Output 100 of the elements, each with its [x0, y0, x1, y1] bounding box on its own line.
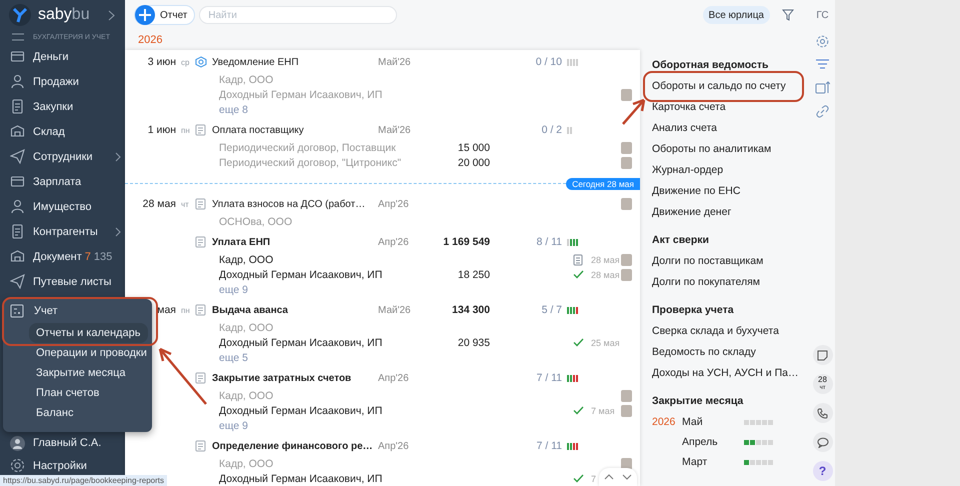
sidebar-item[interactable]: Документ 7 135 [0, 244, 125, 269]
org-name: Кадр, ООО [218, 458, 274, 470]
filter-icon[interactable] [782, 9, 794, 21]
menu-item[interactable]: Операции и проводки [29, 343, 148, 363]
section-title: Закрытие месяца [652, 394, 744, 409]
report-link[interactable]: Журнал-ордер [652, 160, 810, 181]
avatar-placeholder [10, 436, 25, 450]
period-text: Май'26 [377, 124, 412, 136]
year-label: 2026 [652, 416, 676, 428]
date-text: 1 июн [146, 124, 176, 136]
year-label: 2026 [138, 34, 162, 46]
menu-item[interactable]: План счетов [29, 383, 148, 403]
task-title[interactable]: Оплата поставщику [212, 124, 375, 136]
list-icon[interactable] [816, 59, 829, 70]
settings-icon[interactable] [816, 35, 829, 48]
weekday-text: чт [180, 200, 190, 208]
amount-text: 15 000 [456, 142, 490, 154]
task-title[interactable]: Определение финансового ре… [212, 440, 375, 452]
report-link[interactable]: Доходы на УСН, АУСН и Па… [652, 363, 810, 384]
period-text: Май'26 [377, 304, 412, 316]
month-link[interactable]: Май [682, 416, 744, 428]
weekday-text: пн [180, 306, 191, 314]
menu-icon[interactable] [12, 33, 24, 41]
progress-text: 5 / 7 [540, 304, 563, 316]
task-title[interactable]: Выдача аванса [212, 304, 375, 316]
user-initials-button[interactable]: ГС [816, 0, 829, 30]
task-title[interactable]: Уплата ЕНП [212, 236, 375, 248]
report-link[interactable]: Долги по поставщикам [652, 251, 810, 272]
sidebar-item[interactable]: Путевые листы [0, 269, 125, 294]
search-field[interactable]: Найти [199, 6, 398, 24]
chevron-down-icon[interactable] [622, 474, 632, 480]
progress-text: 0 / 10 [534, 56, 563, 68]
progress-text: 0 / 2 [540, 124, 563, 136]
link-icon[interactable] [816, 105, 829, 118]
new-count: 7 [84, 250, 91, 262]
menu-item[interactable]: Закрытие месяца [29, 363, 148, 383]
amount-text: 1 169 549 [442, 236, 490, 248]
calculator-icon [10, 304, 24, 318]
chat-button[interactable] [812, 432, 832, 452]
sidebar-item[interactable]: Склад [0, 119, 125, 144]
period-text: Апр'26 [377, 440, 410, 452]
report-link[interactable]: Движение по ЕНС [652, 181, 810, 202]
progress-text: 7 / 11 [536, 440, 563, 452]
report-link[interactable]: Движение денег [652, 202, 810, 223]
total-count: 135 [94, 250, 112, 262]
menu-item[interactable]: Отчеты и календарь [29, 323, 148, 343]
progress-text: 8 / 11 [536, 236, 563, 248]
report-link[interactable]: Сверка склада и бухучета [652, 321, 810, 342]
add-report-button[interactable]: Отчет [134, 5, 196, 25]
menu-title[interactable]: Учет [34, 305, 58, 317]
report-link[interactable]: Обороты и сальдо по счету [652, 76, 810, 97]
settings-item[interactable]: Настройки [0, 453, 125, 478]
sidebar-item[interactable]: Контрагенты [0, 219, 125, 244]
org-filter-button[interactable]: Все юрлица [702, 6, 770, 24]
org-name: Кадр, ООО [218, 254, 274, 266]
period-text: Апр'26 [377, 236, 410, 248]
task-title[interactable]: Закрытие затратных счетов [212, 372, 375, 384]
report-link[interactable]: Долги по покупателям [652, 272, 810, 293]
chevron-up-icon[interactable] [604, 474, 614, 480]
user-item[interactable]: Главный С.А. [0, 433, 125, 453]
sidebar-item[interactable]: Зарплата [0, 169, 125, 194]
org-name: Доходный Герман Исаакович, ИП [218, 472, 384, 484]
sidebar-item[interactable]: Деньги [0, 44, 125, 69]
weekday-text: пн [180, 126, 191, 134]
period-text: Май'26 [377, 56, 412, 68]
sidebar-item[interactable]: Закупки [0, 94, 125, 119]
section-title: Проверка учета [652, 303, 735, 318]
date-text: 3 июн [146, 56, 176, 68]
sidebar-item[interactable]: Имущество [0, 194, 125, 219]
plus-icon [135, 5, 155, 25]
help-button[interactable]: ? [812, 461, 832, 481]
amount-text: 20 000 [456, 156, 490, 168]
sidebar-item[interactable]: Сотрудники [0, 144, 125, 169]
date-text: мая [156, 304, 176, 316]
calendar-icon[interactable] [815, 81, 830, 94]
progress-text: 7 / 11 [536, 372, 563, 384]
report-link[interactable]: Карточка счета [652, 97, 810, 118]
org-name: Периодический договор, "Цитроникс" [218, 156, 402, 168]
note-button[interactable] [812, 345, 832, 365]
link-url-tooltip: https://bu.sabyd.ru/page/bookkeeping-reports [0, 475, 167, 486]
date-text: 7 [590, 474, 596, 484]
notification-icon [195, 56, 207, 68]
month-link[interactable]: Март [682, 456, 744, 468]
section-title: Акт сверки [652, 233, 710, 248]
phone-button[interactable] [812, 403, 832, 423]
task-title[interactable]: Уведомление ЕНП [212, 56, 375, 68]
org-name: ОСНОва, ООО [218, 216, 294, 228]
menu-item[interactable]: Баланс [29, 403, 148, 423]
report-link[interactable]: Ведомость по складу [652, 342, 810, 363]
task-title[interactable]: Уплата взносов на ДСО (работ… [212, 198, 375, 210]
report-link[interactable]: Анализ счета [652, 118, 810, 139]
org-name: Доходный Герман Исаакович, ИП [218, 404, 384, 416]
box-icon [10, 124, 25, 139]
amount-text: 134 300 [451, 304, 490, 316]
report-link[interactable]: Обороты по аналитикам [652, 139, 810, 160]
chevron-icon[interactable] [108, 10, 115, 20]
sidebar-item[interactable]: Продажи [0, 69, 125, 94]
org-name: Доходный Герман Исаакович, ИП [218, 268, 384, 280]
month-link[interactable]: Апрель [682, 436, 744, 448]
logo-text: sabybu [38, 6, 90, 24]
